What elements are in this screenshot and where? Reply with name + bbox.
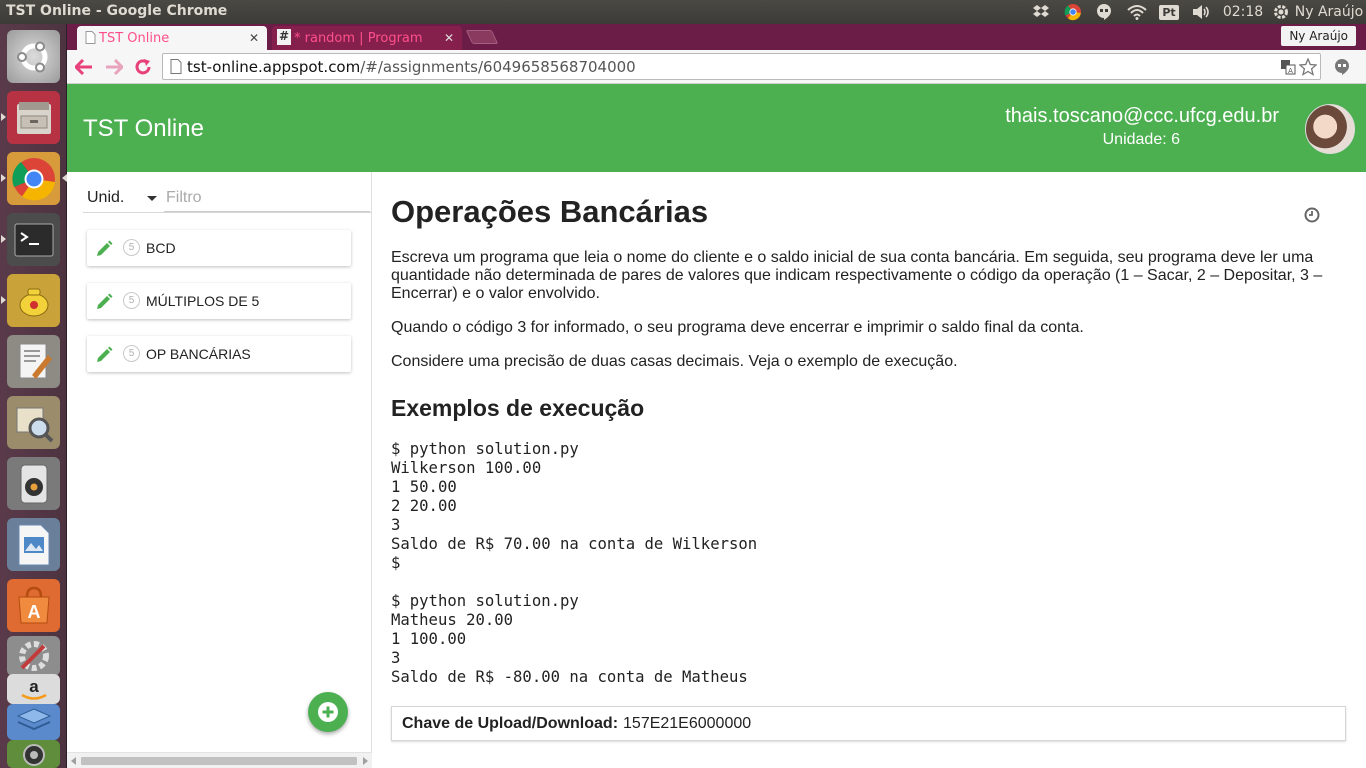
upload-download-key-box: Chave de Upload/Download: 157E21E6000000 <box>391 706 1346 741</box>
execution-example: $ python solution.py Matheus 20.00 1 100… <box>391 592 748 686</box>
examples-heading: Exemplos de execução <box>391 395 645 421</box>
chrome-window: TST Online ✕ # * random | Program ✕ Ny A… <box>67 24 1366 768</box>
unit-badge: 5 <box>123 239 140 256</box>
ubuntu-dash-icon[interactable] <box>7 30 60 83</box>
window-title: TST Online - Google Chrome <box>6 3 228 19</box>
volume-icon[interactable] <box>1189 0 1213 24</box>
hangouts-icon[interactable] <box>1094 0 1114 24</box>
assignment-card-multiplos-de-5[interactable]: 5 MÚLTIPLOS DE 5 <box>87 283 351 319</box>
assignment-card-op-bancarias[interactable]: 5 OP BANCÁRIAS <box>87 336 351 372</box>
assignment-detail: Operações Bancárias Escreva um programa … <box>373 172 1366 768</box>
unit-select[interactable]: Unid. <box>87 184 157 212</box>
app-title[interactable]: TST Online <box>83 115 204 143</box>
edit-pencil-icon[interactable] <box>95 346 113 364</box>
description-paragraph: Considere uma precisão de duas casas dec… <box>391 353 958 370</box>
close-tab-icon[interactable]: ✕ <box>249 31 259 45</box>
files-icon[interactable] <box>1 91 60 144</box>
add-assignment-button[interactable] <box>308 692 348 732</box>
libreoffice-impress-icon[interactable] <box>7 518 60 571</box>
tea-pot-app-icon[interactable] <box>1 274 60 327</box>
back-arrow-icon[interactable] <box>72 55 96 79</box>
history-clock-icon[interactable] <box>1304 207 1320 223</box>
running-indicator-icon <box>1 235 6 243</box>
assignment-title: BCD <box>146 240 176 256</box>
horizontal-scrollbar[interactable] <box>67 752 372 768</box>
music-player-icon[interactable] <box>7 457 60 510</box>
software-center-icon[interactable]: A <box>7 579 60 632</box>
key-label: Chave de Upload/Download: <box>402 714 619 732</box>
chrome-tray-icon[interactable] <box>1062 0 1084 24</box>
session-user-name[interactable]: Ny Araújo <box>1294 0 1364 24</box>
chrome-menu-icon[interactable] <box>1339 55 1363 79</box>
running-indicator-icon <box>1 296 6 304</box>
clock[interactable]: 02:18 <box>1222 0 1264 24</box>
svg-text:a: a <box>29 677 39 696</box>
chrome-launcher-icon[interactable] <box>1 152 67 205</box>
app-header: TST Online thais.toscano@ccc.ufcg.edu.br… <box>67 84 1366 172</box>
user-email: thais.toscano@ccc.ufcg.edu.br <box>1005 105 1279 127</box>
scroll-right-icon[interactable] <box>363 757 368 765</box>
close-tab-icon[interactable]: ✕ <box>444 31 454 45</box>
unit-select-value: Unid. <box>87 189 125 206</box>
edit-pencil-icon[interactable] <box>95 240 113 258</box>
top-panel: TST Online - Google Chrome Pt 02:18 Ny A… <box>0 0 1366 24</box>
settings-gear-icon[interactable] <box>1271 0 1291 24</box>
text-editor-icon[interactable] <box>7 335 60 388</box>
wifi-icon[interactable] <box>1125 0 1149 24</box>
running-indicator-icon <box>1 174 6 182</box>
new-tab-button[interactable] <box>465 30 499 44</box>
running-indicator-icon <box>1 113 6 121</box>
image-viewer-icon[interactable] <box>7 396 60 449</box>
unit-badge: 5 <box>123 345 140 362</box>
assignments-sidebar: Unid. 5 BCD 5 MÚLTIPLOS DE 5 5 OP BANCÁR… <box>67 172 372 768</box>
assignment-card-bcd[interactable]: 5 BCD <box>87 230 351 266</box>
forward-arrow-icon[interactable] <box>102 55 126 79</box>
keyboard-layout-label: Pt <box>1159 4 1179 20</box>
key-value[interactable]: 157E21E6000000 <box>623 715 751 733</box>
unity-launcher: A a <box>0 24 67 768</box>
tab-random-program[interactable]: # * random | Program ✕ <box>272 26 462 50</box>
description-paragraph: Escreva um programa que leia o nome do c… <box>391 249 1323 302</box>
scrollbar-thumb[interactable] <box>81 757 357 765</box>
system-settings-icon[interactable] <box>7 636 60 676</box>
hash-favicon-icon: # <box>277 29 291 45</box>
avatar[interactable] <box>1305 104 1355 154</box>
filter-input[interactable] <box>164 184 370 212</box>
keyboard-layout-indicator[interactable]: Pt <box>1158 0 1180 24</box>
terminal-icon[interactable] <box>1 213 60 266</box>
browser-toolbar: tst-online.appspot.com/#/assignments/604… <box>67 50 1366 84</box>
svg-text:A: A <box>1288 67 1293 75</box>
workspace-switcher-icon[interactable] <box>7 704 60 740</box>
assignment-title: OP BANCÁRIAS <box>146 346 251 362</box>
assignment-title: MÚLTIPLOS DE 5 <box>146 293 260 309</box>
dropbox-icon[interactable] <box>1031 0 1051 24</box>
reload-icon[interactable] <box>131 55 155 79</box>
edit-pencil-icon[interactable] <box>95 293 113 311</box>
tab-label: * random | Program <box>294 30 423 46</box>
assignment-heading: Operações Bancárias <box>391 194 709 229</box>
url-path: /#/assignments/6049658568704000 <box>360 57 636 76</box>
unit-badge: 5 <box>123 292 140 309</box>
address-bar[interactable]: tst-online.appspot.com/#/assignments/604… <box>162 53 1321 80</box>
description-paragraph: Quando o código 3 for informado, o seu p… <box>391 319 1084 336</box>
tab-label: TST Online <box>99 30 170 46</box>
svg-text:A: A <box>27 602 40 622</box>
trash-icon[interactable] <box>7 740 60 768</box>
add-circle-icon <box>318 702 338 722</box>
bookmark-star-icon[interactable] <box>1299 58 1317 76</box>
tab-tst-online[interactable]: TST Online ✕ <box>77 26 267 50</box>
page-favicon-icon <box>85 31 96 44</box>
url-host: tst-online.appspot.com <box>187 57 361 76</box>
divider <box>83 212 372 213</box>
scroll-left-icon[interactable] <box>71 757 76 765</box>
chevron-down-icon <box>147 196 157 201</box>
page-info-icon[interactable] <box>170 59 182 74</box>
web-page: TST Online thais.toscano@ccc.ufcg.edu.br… <box>67 84 1366 768</box>
user-unit: Unidade: 6 <box>1102 131 1180 148</box>
profile-button[interactable]: Ny Araújo <box>1281 26 1356 46</box>
execution-example: $ python solution.py Wilkerson 100.00 1 … <box>391 440 758 572</box>
amazon-icon[interactable]: a <box>7 674 60 704</box>
tab-strip: TST Online ✕ # * random | Program ✕ Ny A… <box>67 24 1366 50</box>
translate-icon[interactable]: A <box>1280 59 1296 75</box>
